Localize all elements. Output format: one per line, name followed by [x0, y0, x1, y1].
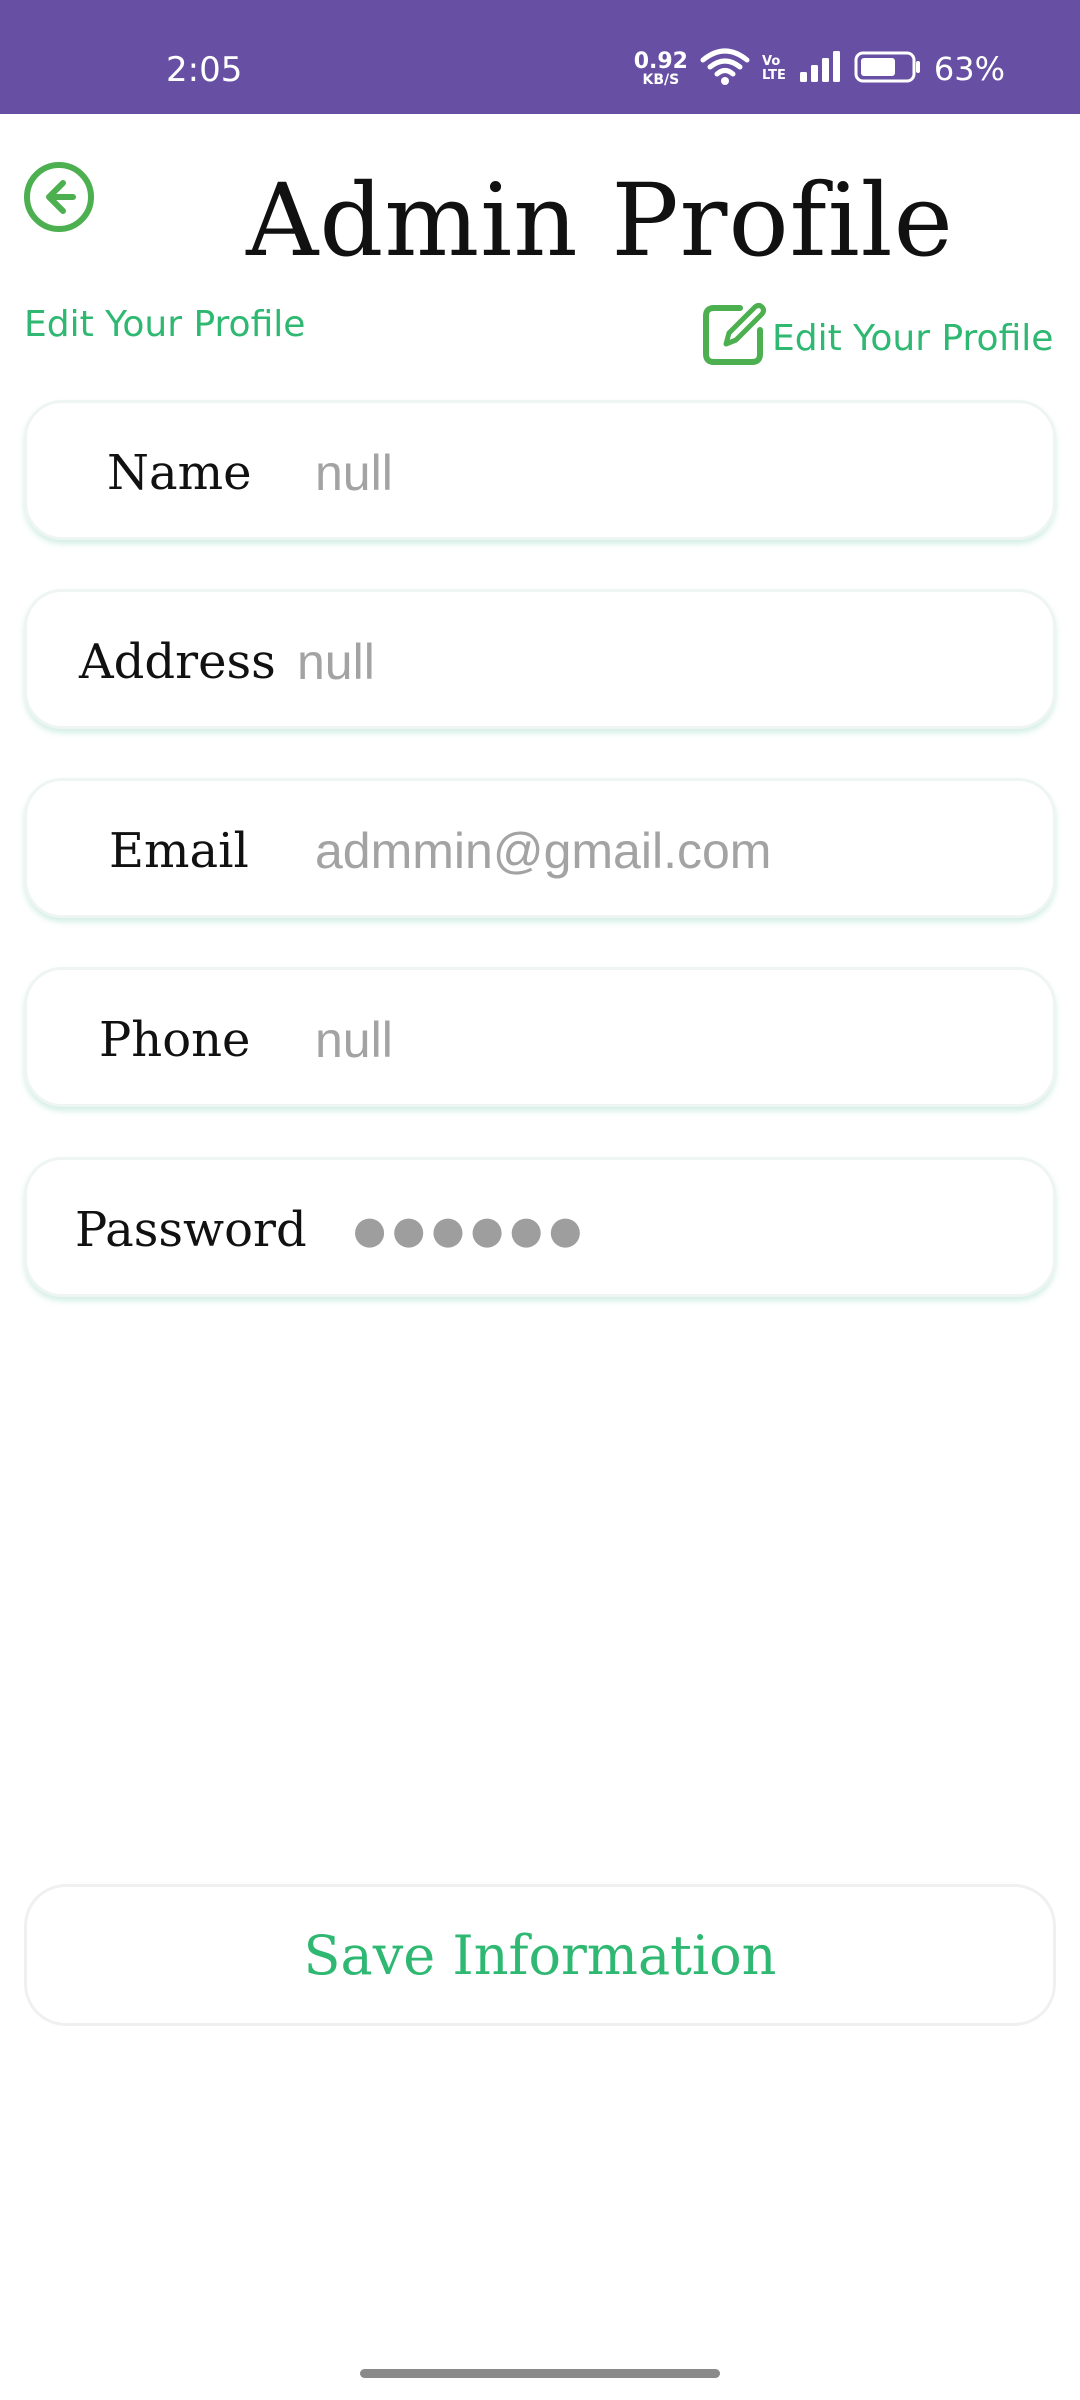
password-value[interactable]: ●●●●●● — [353, 1160, 588, 1300]
save-information-button[interactable]: Save Information — [24, 1884, 1056, 2026]
wifi-icon — [700, 48, 750, 90]
name-value[interactable]: null — [315, 403, 393, 543]
phone-field[interactable]: Phone null — [24, 967, 1056, 1107]
name-label: Name — [107, 445, 252, 501]
edit-profile-button[interactable]: Edit Your Profile — [700, 302, 1053, 374]
arrow-left-circle-icon — [23, 161, 95, 238]
email-field[interactable]: Email admmin@gmail.com — [24, 778, 1056, 918]
phone-label: Phone — [99, 1012, 251, 1068]
status-time: 2:05 — [166, 50, 243, 90]
address-field[interactable]: Address null — [24, 589, 1056, 729]
page-subtitle: Edit Your Profile — [24, 304, 306, 345]
battery-percent: 63% — [933, 50, 1005, 88]
back-button[interactable] — [22, 161, 96, 238]
signal-icon — [798, 50, 842, 88]
address-label: Address — [79, 634, 276, 690]
network-speed-value: 0.92 — [633, 49, 688, 74]
status-bar: 2:05 0.92 KB/S Vo LTE 63% — [0, 0, 1080, 114]
edit-square-icon — [700, 300, 768, 377]
page-title: Admin Profile — [246, 162, 954, 279]
volte-indicator: Vo LTE — [762, 55, 786, 82]
edit-profile-label: Edit Your Profile — [772, 317, 1054, 359]
status-icons: 0.92 KB/S Vo LTE 63% — [634, 44, 1005, 94]
address-value[interactable]: null — [297, 592, 375, 732]
battery-icon — [854, 51, 922, 87]
volte-top: Vo — [761, 54, 781, 70]
password-label: Password — [75, 1202, 307, 1258]
password-field[interactable]: Password ●●●●●● — [24, 1157, 1056, 1297]
network-speed-unit: KB/S — [642, 72, 680, 88]
email-value[interactable]: admmin@gmail.com — [315, 781, 771, 921]
home-indicator[interactable] — [360, 2369, 720, 2378]
network-speed: 0.92 KB/S — [633, 49, 688, 88]
volte-bottom: LTE — [761, 68, 786, 83]
email-label: Email — [109, 823, 249, 879]
phone-value[interactable]: null — [315, 970, 393, 1110]
name-field[interactable]: Name null — [24, 400, 1056, 540]
